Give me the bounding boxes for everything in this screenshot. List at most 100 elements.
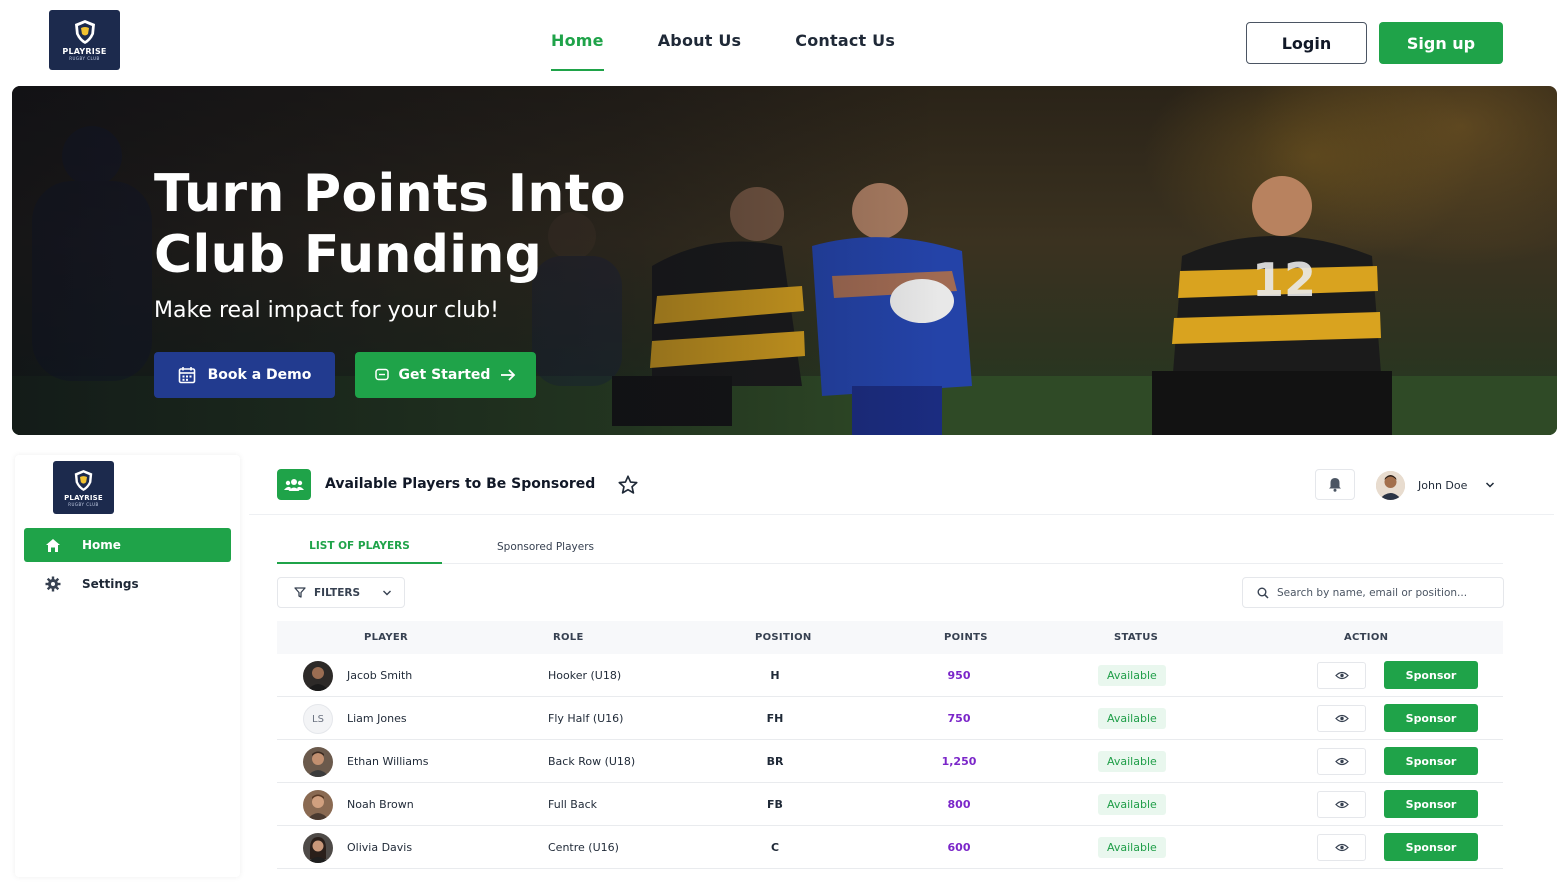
player-avatar: [303, 790, 333, 820]
get-started-label: Get Started: [398, 367, 491, 383]
player-points: 1,250: [941, 755, 977, 768]
player-points: 800: [947, 798, 971, 811]
chat-icon: [374, 368, 389, 381]
player-role: Full Back: [548, 798, 598, 811]
view-player-button[interactable]: [1317, 705, 1366, 732]
hero-banner: 12 Turn Points Into Club Funding Make re…: [12, 86, 1557, 435]
player-avatar-initials: LS: [303, 704, 333, 734]
player-points: 950: [947, 669, 971, 682]
dashboard-topbar: Available Players to Be Sponsored John D…: [249, 455, 1554, 515]
shield-logo-icon: [74, 20, 95, 44]
user-avatar[interactable]: [1376, 471, 1405, 500]
column-header-action: ACTION: [1344, 632, 1389, 643]
hero-title-line1: Turn Points Into: [154, 164, 626, 224]
bell-icon: [1329, 478, 1341, 492]
gear-icon: [45, 576, 61, 592]
sponsor-button[interactable]: Sponsor: [1384, 790, 1478, 818]
view-player-button[interactable]: [1317, 791, 1366, 818]
player-role: Fly Half (U16): [548, 712, 624, 725]
column-header-status: STATUS: [1114, 632, 1159, 643]
tab-list-of-players[interactable]: LIST OF PLAYERS: [277, 529, 442, 564]
hero-title-line2: Club Funding: [154, 225, 543, 285]
player-name: Liam Jones: [347, 712, 407, 725]
svg-text:12: 12: [1252, 253, 1316, 307]
page-title: Available Players to Be Sponsored: [325, 476, 596, 492]
sidebar-brand-logo[interactable]: PLAYRISE RUGBY CLUB: [53, 461, 114, 514]
eye-icon: [1334, 714, 1349, 723]
user-name[interactable]: John Doe: [1418, 479, 1467, 492]
view-player-button[interactable]: [1317, 748, 1366, 775]
filter-icon: [294, 587, 306, 598]
status-badge: Available: [1098, 708, 1166, 729]
table-row: Noah Brown Full Back FB 800 Available Sp…: [277, 783, 1503, 826]
brand-sub: RUGBY CLUB: [68, 501, 99, 507]
column-header-position: POSITION: [755, 632, 812, 643]
sponsor-button[interactable]: Sponsor: [1384, 833, 1478, 861]
table-row: Olivia Davis Centre (U16) C 600 Availabl…: [277, 826, 1503, 869]
star-icon[interactable]: [617, 474, 639, 496]
app-sidebar: PLAYRISE RUGBY CLUB Home Settings: [15, 455, 240, 877]
nav-link-about[interactable]: About Us: [658, 31, 742, 71]
player-name: Jacob Smith: [347, 669, 413, 682]
player-avatar: [303, 661, 333, 691]
sponsor-button[interactable]: Sponsor: [1384, 661, 1478, 689]
player-position: H: [770, 669, 780, 682]
status-badge: Available: [1098, 665, 1166, 686]
brand-logo[interactable]: PLAYRISE RUGBY CLUB: [49, 10, 120, 70]
book-demo-button[interactable]: Book a Demo: [154, 352, 335, 398]
home-icon: [45, 537, 61, 553]
notifications-button[interactable]: [1315, 469, 1355, 500]
book-demo-label: Book a Demo: [207, 367, 312, 383]
player-points: 750: [947, 712, 971, 725]
column-header-player: PLAYER: [364, 632, 409, 643]
hero-title: Turn Points Into Club Funding: [154, 164, 674, 286]
player-name: Olivia Davis: [347, 841, 413, 854]
table-row: Jacob Smith Hooker (U18) H 950 Available…: [277, 654, 1503, 697]
nav-link-home[interactable]: Home: [551, 31, 604, 71]
view-player-button[interactable]: [1317, 834, 1366, 861]
brand-name: PLAYRISE: [62, 47, 107, 56]
signup-button[interactable]: Sign up: [1379, 22, 1503, 64]
nav-link-contact[interactable]: Contact Us: [795, 31, 895, 71]
player-role: Back Row (U18): [548, 755, 636, 768]
get-started-button[interactable]: Get Started: [355, 352, 536, 398]
search-input[interactable]: [1277, 586, 1492, 599]
sponsor-button[interactable]: Sponsor: [1384, 704, 1478, 732]
sponsor-button[interactable]: Sponsor: [1384, 747, 1478, 775]
login-button[interactable]: Login: [1246, 22, 1367, 64]
top-navbar: PLAYRISE RUGBY CLUB Home About Us Contac…: [0, 0, 1568, 84]
eye-icon: [1334, 800, 1349, 809]
tab-sponsored-players[interactable]: Sponsored Players: [443, 529, 648, 564]
chevron-down-icon[interactable]: [1485, 481, 1495, 489]
eye-icon: [1334, 843, 1349, 852]
search-icon: [1257, 587, 1269, 599]
player-role: Hooker (U18): [548, 669, 622, 682]
sidebar-item-home[interactable]: Home: [24, 528, 231, 562]
player-points: 600: [947, 841, 971, 854]
eye-icon: [1334, 757, 1349, 766]
arrow-right-icon: [501, 369, 516, 381]
filters-dropdown[interactable]: FILTERS: [277, 577, 405, 608]
nav-links: Home About Us Contact Us: [551, 31, 949, 71]
player-name: Ethan Williams: [347, 755, 429, 768]
column-header-role: ROLE: [553, 632, 584, 643]
search-box: [1242, 577, 1504, 608]
status-badge: Available: [1098, 837, 1166, 858]
sidebar-item-label: Home: [82, 538, 121, 552]
player-position: FB: [767, 798, 783, 811]
table-row: LS Liam Jones Fly Half (U16) FH 750 Avai…: [277, 697, 1503, 740]
brand-name: PLAYRISE: [64, 493, 103, 502]
shield-logo-icon: [74, 469, 93, 491]
dashboard-main: Available Players to Be Sponsored John D…: [249, 455, 1554, 877]
players-group-icon: [277, 469, 311, 500]
table-header: PLAYER ROLE POSITION POINTS STATUS ACTIO…: [277, 621, 1503, 654]
sidebar-item-settings[interactable]: Settings: [24, 567, 231, 601]
chevron-down-icon: [383, 590, 392, 595]
player-position: FH: [766, 712, 784, 725]
player-avatar: [303, 833, 333, 863]
view-player-button[interactable]: [1317, 662, 1366, 689]
player-position: BR: [766, 755, 784, 768]
status-badge: Available: [1098, 794, 1166, 815]
player-role: Centre (U16): [548, 841, 619, 854]
brand-sub: RUGBY CLUB: [69, 56, 100, 61]
